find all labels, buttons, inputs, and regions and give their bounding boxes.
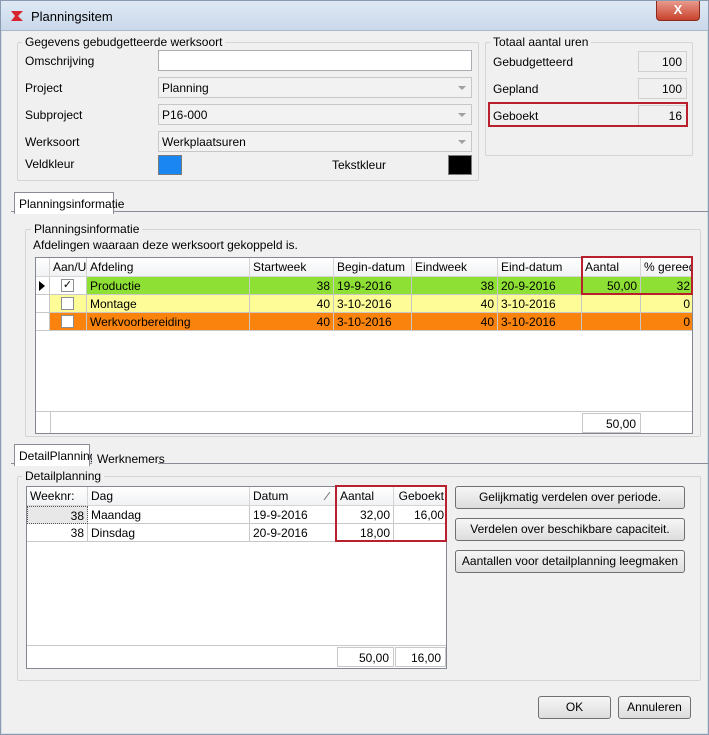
totaal-group-title: Totaal aantal uren bbox=[490, 35, 592, 49]
grid-footer-divider bbox=[36, 411, 692, 412]
tekstkleur-swatch[interactable] bbox=[448, 155, 472, 175]
veldkleur-label: Veldkleur bbox=[25, 157, 75, 171]
dag-cell[interactable]: Maandag bbox=[88, 506, 250, 524]
column-header-eindweek[interactable]: Eindweek bbox=[412, 258, 498, 277]
column-header-aan-uit[interactable]: Aan/Uit bbox=[50, 258, 87, 277]
column-header-dag[interactable]: Dag bbox=[88, 487, 250, 506]
chevron-down-icon bbox=[458, 113, 466, 117]
app-logo-icon bbox=[11, 11, 23, 21]
dag-cell[interactable]: Dinsdag bbox=[88, 524, 250, 542]
eind-datum-cell[interactable]: 3-10-2016 bbox=[498, 295, 582, 313]
gepland-label: Gepland bbox=[493, 82, 539, 96]
aan-uit-cell[interactable]: ✓ bbox=[50, 277, 87, 295]
weeknr-cell[interactable]: 38 bbox=[27, 506, 88, 524]
column-header-weeknr[interactable]: Weeknr: bbox=[27, 487, 88, 506]
startweek-cell[interactable]: 40 bbox=[250, 313, 334, 331]
detail-footer-divider bbox=[27, 645, 446, 646]
afdeling-cell[interactable]: Productie bbox=[87, 277, 250, 295]
window-title: Planningsitem bbox=[31, 9, 113, 24]
begin-datum-cell[interactable]: 19-9-2016 bbox=[334, 277, 412, 295]
tab-strip-line bbox=[11, 211, 708, 212]
tab-planningsinformatie[interactable]: Planningsinformatie bbox=[14, 192, 124, 214]
omschrijving-input[interactable] bbox=[158, 50, 472, 71]
verdelen-capaciteit-button[interactable]: Verdelen over beschikbare capaciteit. bbox=[455, 518, 685, 541]
datum-header-label: Datum bbox=[253, 489, 289, 503]
werksoort-group-title: Gegevens gebudgetteerde werksoort bbox=[22, 35, 226, 49]
title-bar[interactable]: Planningsitem X bbox=[1, 1, 708, 31]
begin-datum-cell[interactable]: 3-10-2016 bbox=[334, 313, 412, 331]
eindweek-cell[interactable]: 38 bbox=[412, 277, 498, 295]
aan-uit-checkbox[interactable]: ✓ bbox=[61, 279, 74, 292]
column-header-datum[interactable]: Datum bbox=[250, 487, 337, 506]
planning-footer-total: 50,00 bbox=[582, 413, 641, 433]
geboekt-highlight bbox=[488, 102, 688, 127]
grid-footer-separator bbox=[50, 412, 51, 433]
subproject-label: Subproject bbox=[25, 108, 83, 122]
werksoort-label: Werksoort bbox=[25, 135, 80, 149]
afdeling-cell[interactable]: Werkvoorbereiding bbox=[87, 313, 250, 331]
detail-footer-geboekt: 16,00 bbox=[395, 647, 446, 667]
werksoort-select[interactable]: Werkplaatsuren bbox=[158, 131, 472, 152]
column-header-afdeling[interactable]: Afdeling bbox=[87, 258, 250, 277]
startweek-cell[interactable]: 40 bbox=[250, 295, 334, 313]
project-label: Project bbox=[25, 81, 63, 95]
sort-indicator-icon bbox=[323, 492, 331, 500]
gereed-cell[interactable]: 0 bbox=[641, 295, 692, 313]
gelijkmatig-verdelen-button[interactable]: Gelijkmatig verdelen over periode. bbox=[455, 486, 685, 509]
weeknr-cell[interactable]: 38 bbox=[27, 524, 88, 542]
aan-uit-checkbox[interactable] bbox=[61, 315, 74, 328]
aantal-cell[interactable] bbox=[582, 295, 641, 313]
tab-detailplanning[interactable]: DetailPlanning bbox=[14, 444, 96, 466]
detailplanning-leegmaken-button[interactable]: Aantallen voor detailplanning leegmaken bbox=[455, 550, 685, 573]
detail-footer-aantal: 50,00 bbox=[337, 647, 394, 667]
current-row-arrow-icon bbox=[39, 281, 45, 291]
startweek-cell[interactable]: 38 bbox=[250, 277, 334, 295]
eindweek-cell[interactable]: 40 bbox=[412, 313, 498, 331]
aan-uit-cell[interactable] bbox=[50, 313, 87, 331]
eindweek-cell[interactable]: 40 bbox=[412, 295, 498, 313]
eind-datum-cell[interactable]: 3-10-2016 bbox=[498, 313, 582, 331]
row-indicator bbox=[36, 313, 50, 331]
project-select[interactable]: Planning bbox=[158, 77, 472, 98]
werksoort-value: Werkplaatsuren bbox=[162, 135, 246, 149]
aan-uit-checkbox[interactable] bbox=[61, 297, 74, 310]
tab-werknemers[interactable]: Werknemers bbox=[92, 447, 165, 469]
gepland-value: 100 bbox=[638, 78, 687, 99]
datum-cell[interactable]: 20-9-2016 bbox=[250, 524, 337, 542]
planning-group-title: Planningsinformatie bbox=[31, 222, 143, 236]
datum-cell[interactable]: 19-9-2016 bbox=[250, 506, 337, 524]
column-header-eind-datum[interactable]: Eind-datum bbox=[498, 258, 582, 277]
row-indicator bbox=[36, 277, 50, 295]
project-value: Planning bbox=[162, 81, 209, 95]
column-header-begin-datum[interactable]: Begin-datum bbox=[334, 258, 412, 277]
aantal-cell[interactable] bbox=[582, 313, 641, 331]
aantal-gereed-highlight bbox=[581, 256, 693, 295]
ok-button[interactable]: OK bbox=[538, 696, 611, 719]
close-button[interactable]: X bbox=[656, 1, 700, 21]
subproject-select[interactable]: P16-000 bbox=[158, 104, 472, 125]
chevron-down-icon bbox=[458, 86, 466, 90]
annuleren-button[interactable]: Annuleren bbox=[618, 696, 691, 719]
detail-aantal-geboekt-highlight bbox=[335, 485, 447, 542]
gebudgetteerd-label: Gebudgetteerd bbox=[493, 55, 574, 69]
omschrijving-label: Omschrijving bbox=[25, 54, 95, 68]
afdeling-cell[interactable]: Montage bbox=[87, 295, 250, 313]
planningsitem-window: Planningsitem X Gegevens gebudgetteerde … bbox=[0, 0, 709, 735]
planning-description: Afdelingen waaraan deze werksoort gekopp… bbox=[33, 238, 298, 252]
aan-uit-cell[interactable] bbox=[50, 295, 87, 313]
chevron-down-icon bbox=[458, 140, 466, 144]
eind-datum-cell[interactable]: 20-9-2016 bbox=[498, 277, 582, 295]
gereed-cell[interactable]: 0 bbox=[641, 313, 692, 331]
tekstkleur-label: Tekstkleur bbox=[332, 158, 387, 172]
row-indicator-header bbox=[36, 258, 50, 277]
column-header-startweek[interactable]: Startweek bbox=[250, 258, 334, 277]
veldkleur-swatch[interactable] bbox=[158, 155, 182, 175]
gebudgetteerd-value: 100 bbox=[638, 51, 687, 72]
row-indicator bbox=[36, 295, 50, 313]
begin-datum-cell[interactable]: 3-10-2016 bbox=[334, 295, 412, 313]
detail-group-title: Detailplanning bbox=[22, 469, 105, 483]
subproject-value: P16-000 bbox=[162, 108, 208, 122]
